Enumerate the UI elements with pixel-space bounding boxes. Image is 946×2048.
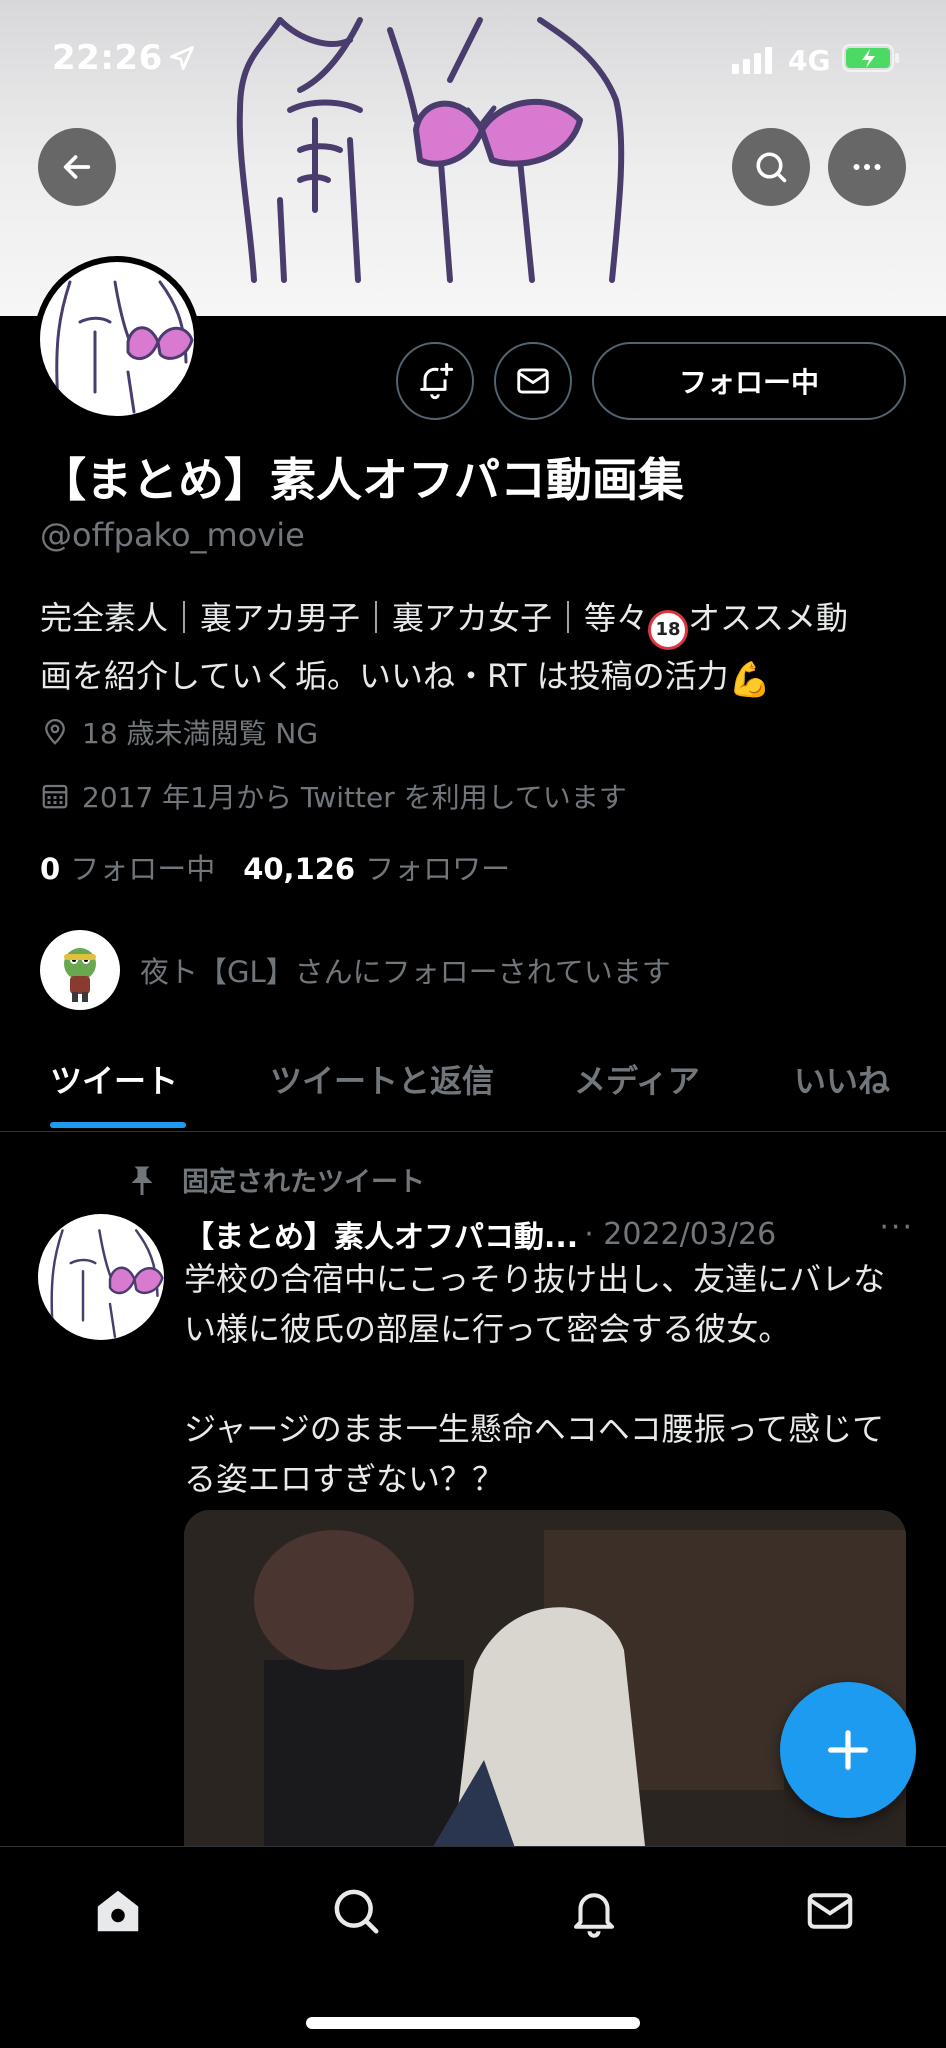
notifications-icon xyxy=(573,1893,615,1938)
tweet-text: 学校の合宿中にこっそり抜け出し、友達にバレない様に彼氏の部屋に行って密会する彼女… xyxy=(184,1260,886,1498)
home-icon xyxy=(97,1890,139,1932)
status-bar: 22:26 4G xyxy=(0,0,946,120)
bio-text-1: 完全素人｜裏アカ男子｜裏アカ女子｜等々 xyxy=(40,599,649,637)
flexed-biceps-icon: 💪 xyxy=(728,660,772,700)
tab-tweets[interactable]: ツイート xyxy=(50,1056,178,1102)
followed-by[interactable]: 夜ト【GL】さんにフォローされています xyxy=(40,930,671,1010)
no-under-18-icon: 18 xyxy=(648,610,689,650)
tab-tweets-replies[interactable]: ツイートと返信 xyxy=(270,1056,494,1102)
active-tab-indicator xyxy=(50,1122,186,1128)
back-arrow-icon xyxy=(63,155,91,179)
followers-link[interactable]: 40,126 フォロワー xyxy=(243,846,510,888)
followed-by-text: 夜ト【GL】さんにフォローされています xyxy=(140,955,671,989)
more-button[interactable] xyxy=(828,128,906,206)
network-type: 4G xyxy=(788,44,831,77)
bio-text-3: 画を紹介していく垢。いいね・RT は投稿の活力 xyxy=(40,657,729,695)
tweet-author[interactable]: 【まとめ】素人オフパコ動... xyxy=(184,1212,578,1256)
compose-tweet-button[interactable] xyxy=(780,1682,916,1818)
followers-count: 40,126 xyxy=(243,852,356,886)
bio-text-2: オススメ動 xyxy=(688,599,849,637)
avatar-image xyxy=(55,280,194,414)
search-icon xyxy=(756,152,787,183)
signal-icon xyxy=(732,47,772,74)
tweet-more-button[interactable]: ··· xyxy=(879,1210,914,1245)
tweet-header: 【まとめ】素人オフパコ動... · 2022/03/26 ··· xyxy=(184,1210,914,1256)
following-count: 0 xyxy=(40,852,61,886)
message-button[interactable] xyxy=(494,342,572,420)
profile-handle: @offpako_movie xyxy=(40,516,305,554)
profile-tabs: ツイート ツイートと返信 メディア いいね xyxy=(0,1040,946,1132)
nav-search[interactable] xyxy=(326,1881,386,1941)
pinned-label: 固定されたツイート xyxy=(124,1160,425,1199)
notify-button[interactable] xyxy=(396,342,474,420)
compose-plus-icon xyxy=(828,1730,868,1770)
calendar-icon xyxy=(42,784,68,809)
messages-icon xyxy=(807,1893,853,1929)
profile-avatar[interactable] xyxy=(34,256,200,422)
tweet-avatar[interactable] xyxy=(38,1214,164,1340)
joined-text: 2017 年1月から Twitter を利用しています xyxy=(82,781,627,814)
following-link[interactable]: 0 フォロー中 xyxy=(40,846,215,888)
nav-messages[interactable] xyxy=(800,1881,860,1941)
following-label: フォロー中 xyxy=(70,852,216,886)
follower-avatar xyxy=(40,930,120,1010)
search-nav-icon xyxy=(334,1889,379,1934)
bell-plus-icon xyxy=(420,362,454,400)
profile-bio: 完全素人｜裏アカ男子｜裏アカ女子｜等々 18 オススメ動 画を紹介していく垢。いいね… xyxy=(40,592,920,706)
bottom-navigation xyxy=(0,1846,946,2048)
search-button[interactable] xyxy=(732,128,810,206)
nav-notifications[interactable] xyxy=(564,1881,624,1941)
home-indicator xyxy=(306,2017,640,2029)
tweet-date[interactable]: · 2022/03/26 xyxy=(584,1217,776,1252)
back-button[interactable] xyxy=(38,128,116,206)
battery-charging-icon xyxy=(842,44,899,72)
location-pin-icon xyxy=(45,719,65,745)
more-icon xyxy=(853,164,881,170)
follow-counts: 0 フォロー中 40,126 フォロワー xyxy=(40,846,510,888)
profile-name: 【まとめ】素人オフパコ動画集 xyxy=(40,453,684,507)
profile-joined: 2017 年1月から Twitter を利用しています xyxy=(40,776,627,816)
location-arrow-icon xyxy=(170,46,194,70)
following-button[interactable]: フォロー中 xyxy=(592,342,906,420)
followers-label: フォロワー xyxy=(365,852,511,886)
profile-location: 18 歳未満閲覧 NG xyxy=(40,712,318,752)
mail-icon xyxy=(517,368,549,394)
tab-likes[interactable]: いいね xyxy=(794,1056,890,1102)
location-text: 18 歳未満閲覧 NG xyxy=(82,717,319,750)
tab-media[interactable]: メディア xyxy=(574,1056,700,1102)
nav-home[interactable] xyxy=(88,1881,148,1941)
status-time: 22:26 xyxy=(52,38,163,78)
pin-icon xyxy=(131,1166,153,1195)
pinned-text: 固定されたツイート xyxy=(182,1167,425,1198)
